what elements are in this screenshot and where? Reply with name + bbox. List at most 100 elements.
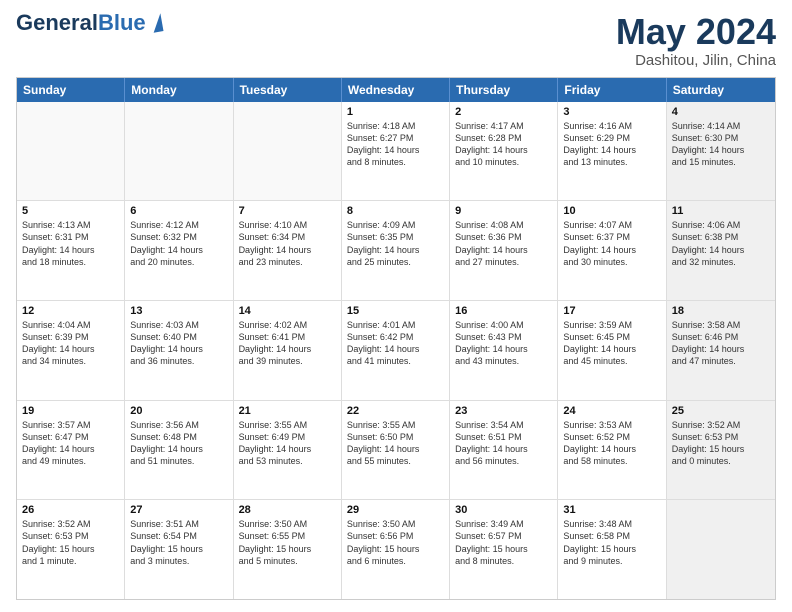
day-number: 18 [672, 305, 770, 317]
page: GeneralBlue May 2024 Dashitou, Jilin, Ch… [0, 0, 792, 612]
day-number: 1 [347, 106, 444, 118]
day-info: Sunrise: 4:00 AM Sunset: 6:43 PM Dayligh… [455, 319, 552, 368]
day-info: Sunrise: 4:14 AM Sunset: 6:30 PM Dayligh… [672, 120, 770, 169]
calendar-cell: 5 Sunrise: 4:13 AM Sunset: 6:31 PM Daylig… [17, 201, 125, 300]
calendar-cell: 15Sunrise: 4:01 AM Sunset: 6:42 PM Dayli… [342, 301, 450, 400]
day-info: Sunrise: 3:59 AM Sunset: 6:45 PM Dayligh… [563, 319, 660, 368]
calendar-header-cell: Monday [125, 78, 233, 102]
day-number: 10 [563, 205, 660, 217]
day-info: Sunrise: 4:16 AM Sunset: 6:29 PM Dayligh… [563, 120, 660, 169]
calendar-row: 5 Sunrise: 4:13 AM Sunset: 6:31 PM Daylig… [17, 201, 775, 301]
calendar-cell: 17 Sunrise: 3:59 AM Sunset: 6:45 PM Dayli… [558, 301, 666, 400]
day-number: 11 [672, 205, 770, 217]
calendar-cell: 12 Sunrise: 4:04 AM Sunset: 6:39 PM Dayli… [17, 301, 125, 400]
day-info: Sunrise: 3:48 AM Sunset: 6:58 PM Dayligh… [563, 518, 660, 567]
calendar-cell: 8 Sunrise: 4:09 AM Sunset: 6:35 PM Daylig… [342, 201, 450, 300]
title-block: May 2024 Dashitou, Jilin, China [616, 12, 776, 69]
calendar-row: 26 Sunrise: 3:52 AM Sunset: 6:53 PM Dayli… [17, 500, 775, 599]
calendar-cell: 27Sunrise: 3:51 AM Sunset: 6:54 PM Dayli… [125, 500, 233, 599]
calendar-header-cell: Wednesday [342, 78, 450, 102]
day-number: 28 [239, 504, 336, 516]
day-number: 21 [239, 405, 336, 417]
calendar-cell: 29Sunrise: 3:50 AM Sunset: 6:56 PM Dayli… [342, 500, 450, 599]
day-info: Sunrise: 4:06 AM Sunset: 6:38 PM Dayligh… [672, 219, 770, 268]
day-info: Sunrise: 3:56 AM Sunset: 6:48 PM Dayligh… [130, 419, 227, 468]
calendar-cell: 11 Sunrise: 4:06 AM Sunset: 6:38 PM Dayli… [667, 201, 775, 300]
day-number: 19 [22, 405, 119, 417]
calendar-cell: 19Sunrise: 3:57 AM Sunset: 6:47 PM Dayli… [17, 401, 125, 500]
day-info: Sunrise: 3:55 AM Sunset: 6:50 PM Dayligh… [347, 419, 444, 468]
day-number: 17 [563, 305, 660, 317]
calendar-cell: 22 Sunrise: 3:55 AM Sunset: 6:50 PM Dayli… [342, 401, 450, 500]
day-number: 25 [672, 405, 770, 417]
main-title: May 2024 [616, 12, 776, 52]
calendar-cell: 2 Sunrise: 4:17 AM Sunset: 6:28 PM Daylig… [450, 102, 558, 201]
calendar-header-cell: Sunday [17, 78, 125, 102]
day-number: 3 [563, 106, 660, 118]
calendar-cell: 9 Sunrise: 4:08 AM Sunset: 6:36 PM Daylig… [450, 201, 558, 300]
calendar-cell: 20Sunrise: 3:56 AM Sunset: 6:48 PM Dayli… [125, 401, 233, 500]
calendar-cell: 6Sunrise: 4:12 AM Sunset: 6:32 PM Daylig… [125, 201, 233, 300]
calendar-cell: 25 Sunrise: 3:52 AM Sunset: 6:53 PM Dayli… [667, 401, 775, 500]
day-number: 24 [563, 405, 660, 417]
calendar-cell: 16 Sunrise: 4:00 AM Sunset: 6:43 PM Dayli… [450, 301, 558, 400]
subtitle: Dashitou, Jilin, China [616, 52, 776, 69]
calendar-cell: 31 Sunrise: 3:48 AM Sunset: 6:58 PM Dayli… [558, 500, 666, 599]
day-info: Sunrise: 4:09 AM Sunset: 6:35 PM Dayligh… [347, 219, 444, 268]
calendar-cell [234, 102, 342, 201]
day-number: 31 [563, 504, 660, 516]
day-info: Sunrise: 3:54 AM Sunset: 6:51 PM Dayligh… [455, 419, 552, 468]
day-info: Sunrise: 4:18 AM Sunset: 6:27 PM Dayligh… [347, 120, 444, 169]
calendar-cell: 13Sunrise: 4:03 AM Sunset: 6:40 PM Dayli… [125, 301, 233, 400]
calendar-cell [17, 102, 125, 201]
day-info: Sunrise: 3:52 AM Sunset: 6:53 PM Dayligh… [22, 518, 119, 567]
calendar-cell: 24 Sunrise: 3:53 AM Sunset: 6:52 PM Dayli… [558, 401, 666, 500]
day-number: 16 [455, 305, 552, 317]
day-info: Sunrise: 4:02 AM Sunset: 6:41 PM Dayligh… [239, 319, 336, 368]
day-info: Sunrise: 4:01 AM Sunset: 6:42 PM Dayligh… [347, 319, 444, 368]
day-number: 5 [22, 205, 119, 217]
day-info: Sunrise: 4:07 AM Sunset: 6:37 PM Dayligh… [563, 219, 660, 268]
day-info: Sunrise: 4:17 AM Sunset: 6:28 PM Dayligh… [455, 120, 552, 169]
day-info: Sunrise: 3:50 AM Sunset: 6:55 PM Dayligh… [239, 518, 336, 567]
calendar-cell [125, 102, 233, 201]
calendar-row: 12 Sunrise: 4:04 AM Sunset: 6:39 PM Dayli… [17, 301, 775, 401]
calendar-cell: 23 Sunrise: 3:54 AM Sunset: 6:51 PM Dayli… [450, 401, 558, 500]
day-number: 29 [347, 504, 444, 516]
day-number: 9 [455, 205, 552, 217]
day-number: 23 [455, 405, 552, 417]
calendar-header-cell: Tuesday [234, 78, 342, 102]
calendar-body: 1 Sunrise: 4:18 AM Sunset: 6:27 PM Daylig… [17, 102, 775, 599]
day-number: 22 [347, 405, 444, 417]
day-info: Sunrise: 4:12 AM Sunset: 6:32 PM Dayligh… [130, 219, 227, 268]
calendar-header: SundayMondayTuesdayWednesdayThursdayFrid… [17, 78, 775, 102]
calendar-header-cell: Thursday [450, 78, 558, 102]
day-number: 2 [455, 106, 552, 118]
calendar-cell: 26 Sunrise: 3:52 AM Sunset: 6:53 PM Dayli… [17, 500, 125, 599]
calendar-cell: 18Sunrise: 3:58 AM Sunset: 6:46 PM Dayli… [667, 301, 775, 400]
day-number: 13 [130, 305, 227, 317]
day-info: Sunrise: 4:08 AM Sunset: 6:36 PM Dayligh… [455, 219, 552, 268]
calendar-cell: 4 Sunrise: 4:14 AM Sunset: 6:30 PM Daylig… [667, 102, 775, 201]
calendar-header-cell: Friday [558, 78, 666, 102]
calendar-cell: 14 Sunrise: 4:02 AM Sunset: 6:41 PM Dayli… [234, 301, 342, 400]
day-info: Sunrise: 3:53 AM Sunset: 6:52 PM Dayligh… [563, 419, 660, 468]
day-number: 8 [347, 205, 444, 217]
day-info: Sunrise: 4:13 AM Sunset: 6:31 PM Dayligh… [22, 219, 119, 268]
day-number: 12 [22, 305, 119, 317]
calendar-cell: 28 Sunrise: 3:50 AM Sunset: 6:55 PM Dayli… [234, 500, 342, 599]
calendar-cell [667, 500, 775, 599]
calendar-row: 1 Sunrise: 4:18 AM Sunset: 6:27 PM Daylig… [17, 102, 775, 202]
day-number: 26 [22, 504, 119, 516]
day-info: Sunrise: 4:04 AM Sunset: 6:39 PM Dayligh… [22, 319, 119, 368]
day-number: 14 [239, 305, 336, 317]
calendar-cell: 30Sunrise: 3:49 AM Sunset: 6:57 PM Dayli… [450, 500, 558, 599]
day-info: Sunrise: 3:55 AM Sunset: 6:49 PM Dayligh… [239, 419, 336, 468]
logo-text: GeneralBlue [16, 12, 146, 34]
day-number: 4 [672, 106, 770, 118]
calendar: SundayMondayTuesdayWednesdayThursdayFrid… [16, 77, 776, 600]
day-info: Sunrise: 3:52 AM Sunset: 6:53 PM Dayligh… [672, 419, 770, 468]
calendar-cell: 21 Sunrise: 3:55 AM Sunset: 6:49 PM Dayli… [234, 401, 342, 500]
logo: GeneralBlue [16, 12, 162, 34]
calendar-cell: 3 Sunrise: 4:16 AM Sunset: 6:29 PM Daylig… [558, 102, 666, 201]
